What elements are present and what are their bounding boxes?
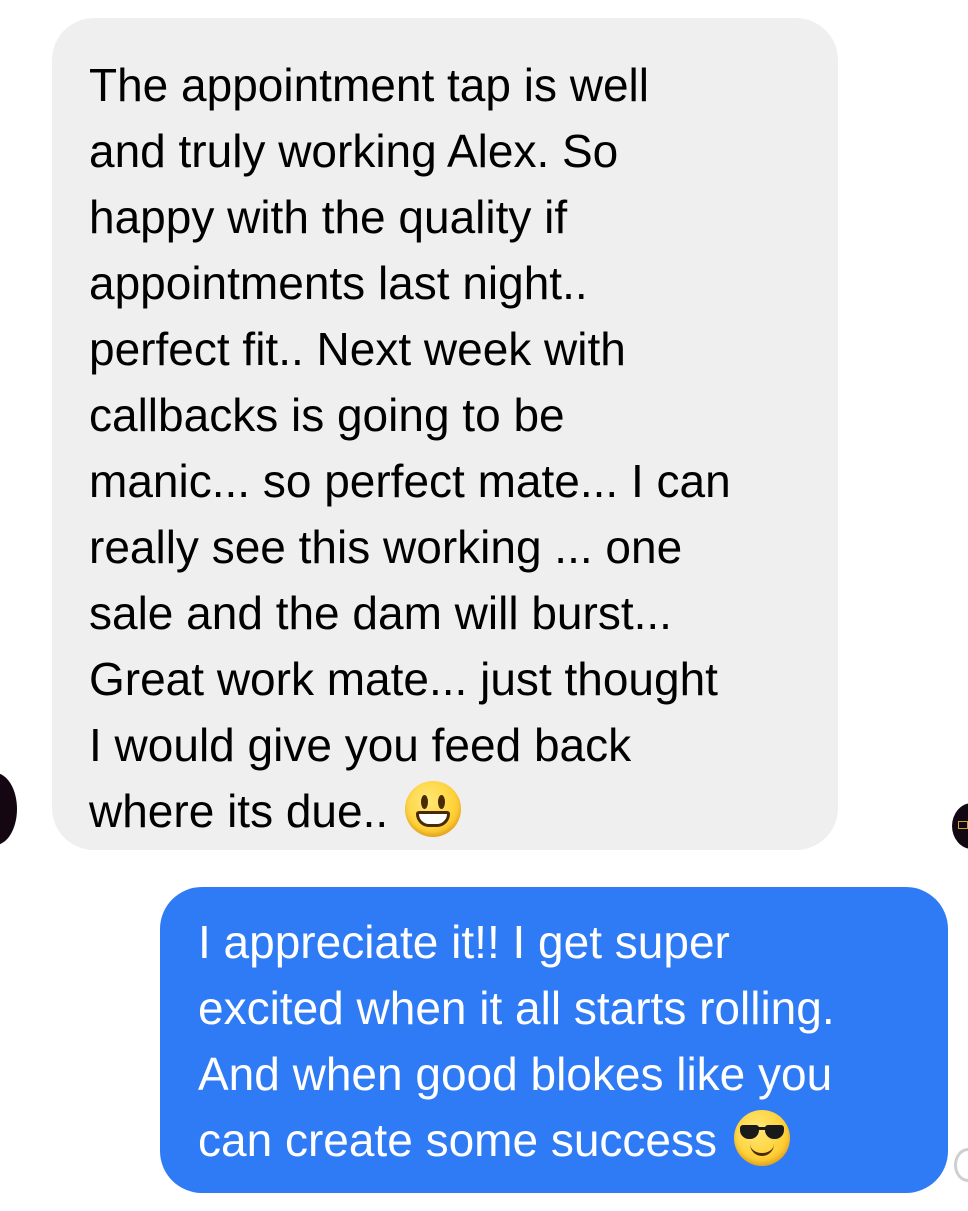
incoming-message-text: The appointment tap is well and truly wo… <box>89 59 731 837</box>
grinning-face-icon <box>404 781 461 837</box>
read-receipt-icon <box>954 1148 968 1182</box>
sunglasses-face-icon <box>733 1110 790 1166</box>
user-avatar[interactable] <box>952 803 968 849</box>
incoming-message-bubble[interactable]: The appointment tap is well and truly wo… <box>52 18 838 850</box>
outgoing-message-bubble[interactable]: I appreciate it!! I get super excited wh… <box>160 887 948 1193</box>
chat-thread: The appointment tap is well and truly wo… <box>0 0 968 1211</box>
contact-avatar[interactable] <box>0 773 17 845</box>
brand-logo-icon <box>958 821 968 829</box>
